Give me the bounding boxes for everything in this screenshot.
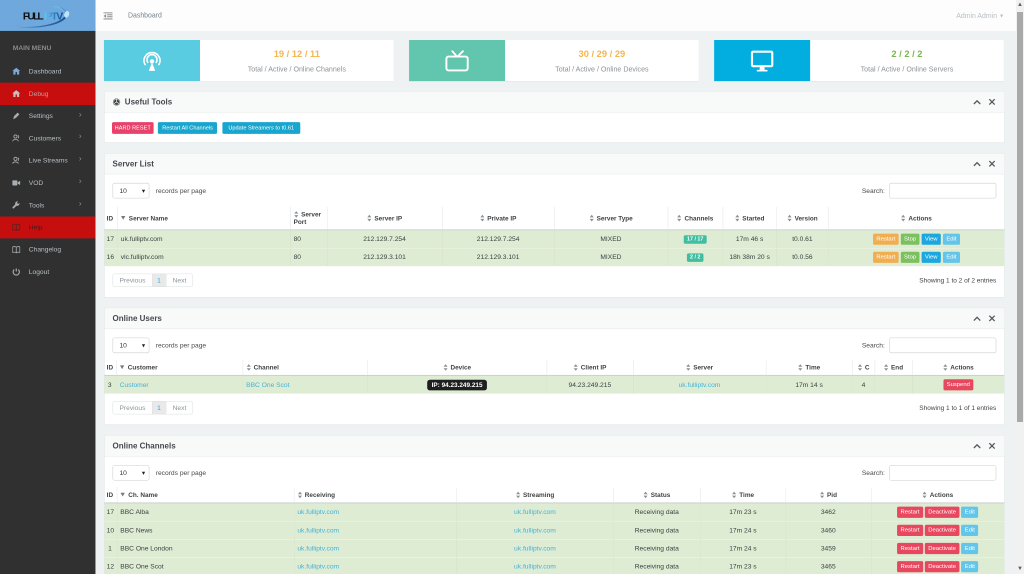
svg-text:FULL: FULL bbox=[23, 12, 44, 23]
svg-text:IPTV: IPTV bbox=[44, 12, 63, 23]
